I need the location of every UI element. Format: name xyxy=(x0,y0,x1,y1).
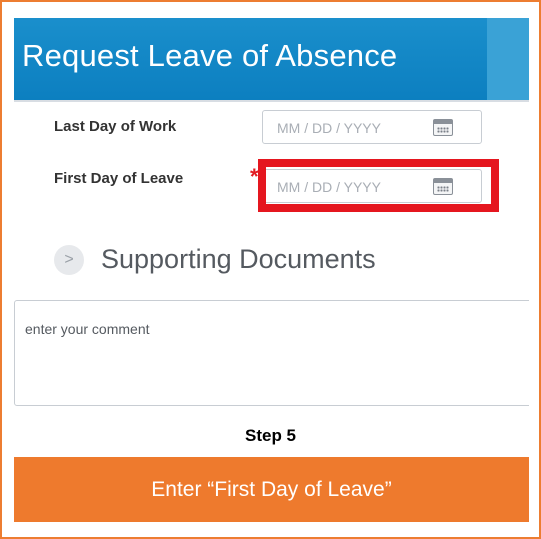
comment-textarea[interactable]: enter your comment xyxy=(14,300,529,406)
calendar-icon[interactable] xyxy=(433,119,453,136)
comment-placeholder: enter your comment xyxy=(25,321,150,337)
app-screenshot: Request Leave of Absence Last Day of Wor… xyxy=(14,18,529,410)
required-indicator: * xyxy=(250,164,259,189)
instruction-text: Enter “First Day of Leave” xyxy=(151,478,392,501)
last-day-of-work-input[interactable]: MM / DD / YYYY xyxy=(262,110,482,144)
calendar-icon[interactable] xyxy=(433,178,453,195)
last-day-of-work-placeholder: MM / DD / YYYY xyxy=(277,120,381,136)
first-day-of-leave-label: First Day of Leave xyxy=(54,170,184,187)
supporting-documents-heading: Supporting Documents xyxy=(101,244,376,274)
header-side-panel xyxy=(487,18,529,100)
page-header: Request Leave of Absence xyxy=(14,18,529,100)
first-day-of-leave-placeholder: MM / DD / YYYY xyxy=(277,179,381,195)
header-divider xyxy=(14,100,529,102)
step-label: Step 5 xyxy=(244,426,297,445)
first-day-of-leave-input[interactable]: MM / DD / YYYY xyxy=(262,169,482,203)
chevron-right-icon[interactable]: > xyxy=(54,245,84,275)
page-title: Request Leave of Absence xyxy=(22,38,398,73)
last-day-of-work-label: Last Day of Work xyxy=(54,118,177,135)
instruction-banner: Enter “First Day of Leave” xyxy=(14,457,529,522)
